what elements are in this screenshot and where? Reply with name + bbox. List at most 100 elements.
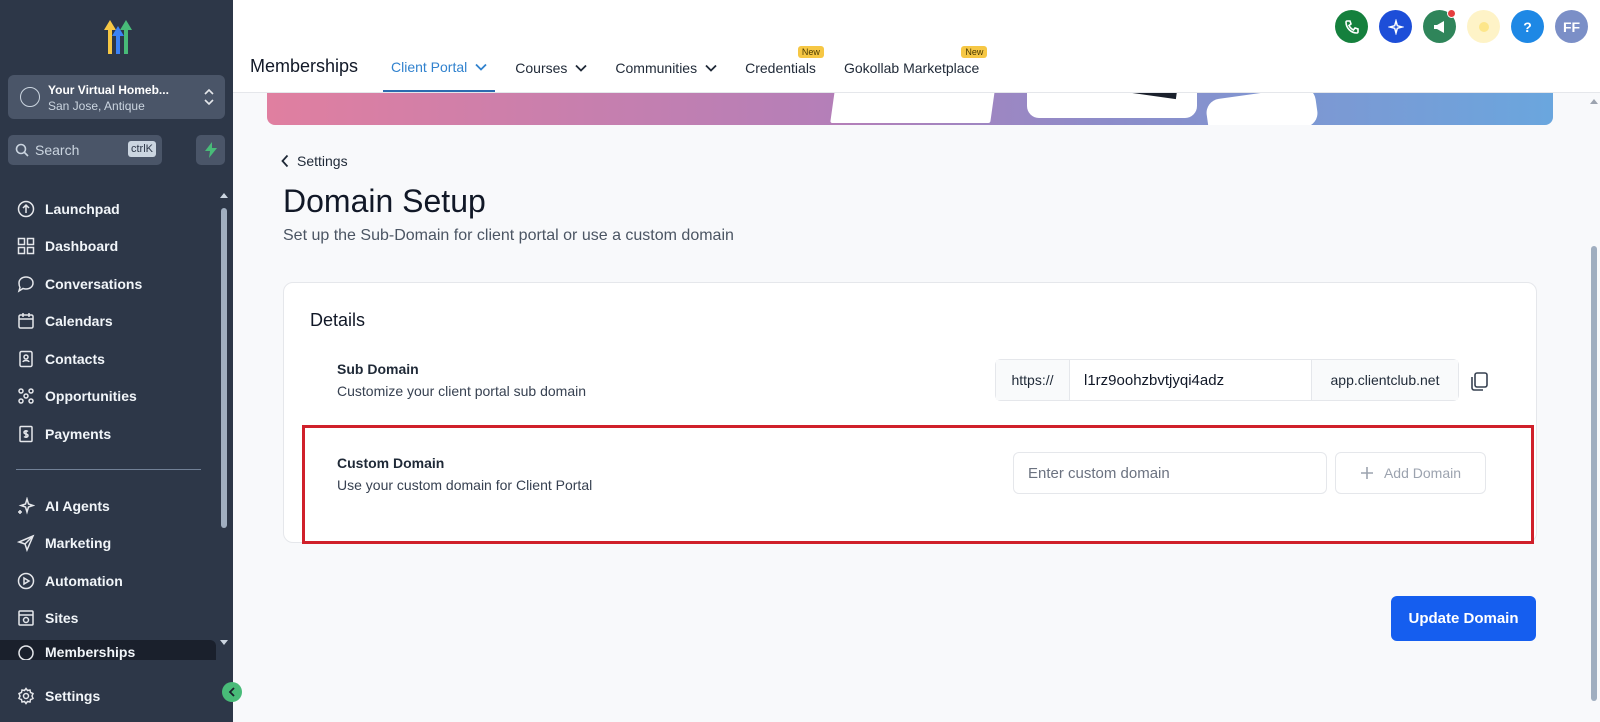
chevron-down-icon [475,63,487,71]
send-icon [17,534,35,553]
update-domain-button[interactable]: Update Domain [1391,596,1536,641]
chevron-left-icon [228,687,235,697]
tab-bar: Client Portal Courses Communities Creden… [383,44,999,92]
sidebar-item-label: Sites [45,610,79,627]
tab-client-portal[interactable]: Client Portal [383,44,496,92]
chevron-left-icon [281,154,289,168]
promo-banner [267,93,1553,125]
phone-icon [1344,19,1359,34]
tab-label: Credentials [745,60,816,76]
page-subtitle: Set up the Sub-Domain for client portal … [283,227,734,244]
subdomain-input[interactable]: l1rz9oohzbvtjyqi4adz [1070,360,1311,400]
sidebar: Your Virtual Homeb... San Jose, Antique … [0,0,233,722]
user-icon [20,87,40,107]
ai-assistant-button[interactable] [1379,10,1412,43]
custom-domain-input[interactable] [1013,452,1327,494]
announcements-button[interactable] [1423,9,1456,43]
back-label: Settings [297,153,348,169]
sidebar-item-payments[interactable]: Payments [0,415,216,453]
sidebar-item-memberships[interactable]: Memberships [0,640,216,660]
tab-communities[interactable]: Communities [607,44,725,92]
sparkle-icon [18,496,35,515]
subdomain-prefix: https:// [996,360,1070,400]
sidebar-item-label: Automation [45,572,123,589]
sites-icon [18,610,34,626]
search-icon [15,143,29,157]
account-location: San Jose, Antique [48,99,145,113]
sidebar-item-label: Contacts [45,350,105,367]
notification-dot [1447,9,1456,18]
plus-icon [1360,467,1373,479]
megaphone-icon [1433,20,1444,33]
subdomain-desc: Customize your client portal sub domain [337,383,587,399]
tab-gokollab-marketplace[interactable]: Gokollab Marketplace New [836,44,988,92]
sidebar-item-conversations[interactable]: Conversations [0,265,216,303]
avatar-initials: FF [1562,18,1581,35]
tab-courses[interactable]: Courses [507,44,595,92]
bolt-icon [205,142,217,158]
dashboard-icon [17,238,35,255]
scroll-up-icon[interactable] [218,190,230,200]
tab-label: Client Portal [391,59,468,75]
chat-icon [17,275,34,293]
tab-label: Communities [615,60,698,76]
main-scroll-thumb[interactable] [1591,246,1597,701]
sidebar-scrollbar[interactable] [218,190,230,650]
status-button[interactable] [1467,10,1500,43]
sidebar-search[interactable]: Search ctrlK [8,135,162,165]
sidebar-item-label: Launchpad [45,200,120,217]
sidebar-item-ai-agents[interactable]: AI Agents [0,487,216,525]
main-scrollbar[interactable] [1588,96,1600,722]
copy-icon[interactable] [1468,370,1490,392]
back-link[interactable]: Settings [281,153,348,169]
sidebar-item-label: Marketing [45,535,112,552]
sidebar-item-sites[interactable]: Sites [0,600,216,638]
new-badge: New [797,46,824,58]
header-actions: ? FF [1324,9,1588,43]
sidebar-item-label: Conversations [45,275,143,292]
sidebar-item-settings[interactable]: Settings [0,676,230,716]
tab-credentials[interactable]: Credentials New [737,44,824,92]
sidebar-scroll-thumb[interactable] [221,208,227,528]
sidebar-item-label: Settings [45,688,101,704]
quick-action-button[interactable] [196,135,225,165]
sidebar-item-launchpad[interactable]: Launchpad [0,190,216,228]
banner-mockup [1027,93,1197,118]
sidebar-item-marketing[interactable]: Marketing [0,525,216,563]
add-domain-label: Add Domain [1383,465,1462,481]
opportunities-icon [18,388,34,404]
contacts-icon [19,350,33,367]
sidebar-item-opportunities[interactable]: Opportunities [0,378,216,416]
sidebar-item-automation[interactable]: Automation [0,562,216,600]
account-switcher[interactable]: Your Virtual Homeb... San Jose, Antique [8,75,225,119]
banner-mockup [830,93,996,123]
top-bar: Memberships Client Portal Courses Commun… [233,0,1600,93]
sidebar-item-label: Dashboard [45,238,119,255]
sidebar-nav-secondary: AI Agents Marketing Automation Sites [0,487,216,637]
scroll-down-icon[interactable] [218,638,230,648]
add-domain-button[interactable]: Add Domain [1335,452,1486,494]
sidebar-item-calendars[interactable]: Calendars [0,303,216,341]
memberships-icon [18,645,34,660]
new-badge: New [961,46,988,58]
chevron-updown-icon [204,88,214,106]
page-title: Domain Setup [283,183,486,219]
sidebar-item-label: Opportunities [45,388,137,405]
scroll-up-icon[interactable] [1588,96,1600,106]
brand-logo[interactable] [96,16,140,56]
gear-icon [18,687,34,705]
tab-label: Courses [515,60,568,76]
sidebar-item-label: Payments [45,425,112,442]
search-label: Search [35,142,80,158]
payments-icon [19,425,33,442]
tab-label: Gokollab Marketplace [843,60,980,76]
phone-button[interactable] [1335,10,1368,43]
page-section-title: Memberships [250,56,359,76]
sidebar-item-contacts[interactable]: Contacts [0,340,216,378]
subdomain-suffix: app.clientclub.net [1311,360,1458,400]
sparkle-icon [1387,18,1404,35]
user-avatar[interactable]: FF [1555,10,1588,43]
help-button[interactable]: ? [1511,10,1544,43]
sidebar-item-dashboard[interactable]: Dashboard [0,228,216,266]
collapse-sidebar-button[interactable] [222,682,242,702]
